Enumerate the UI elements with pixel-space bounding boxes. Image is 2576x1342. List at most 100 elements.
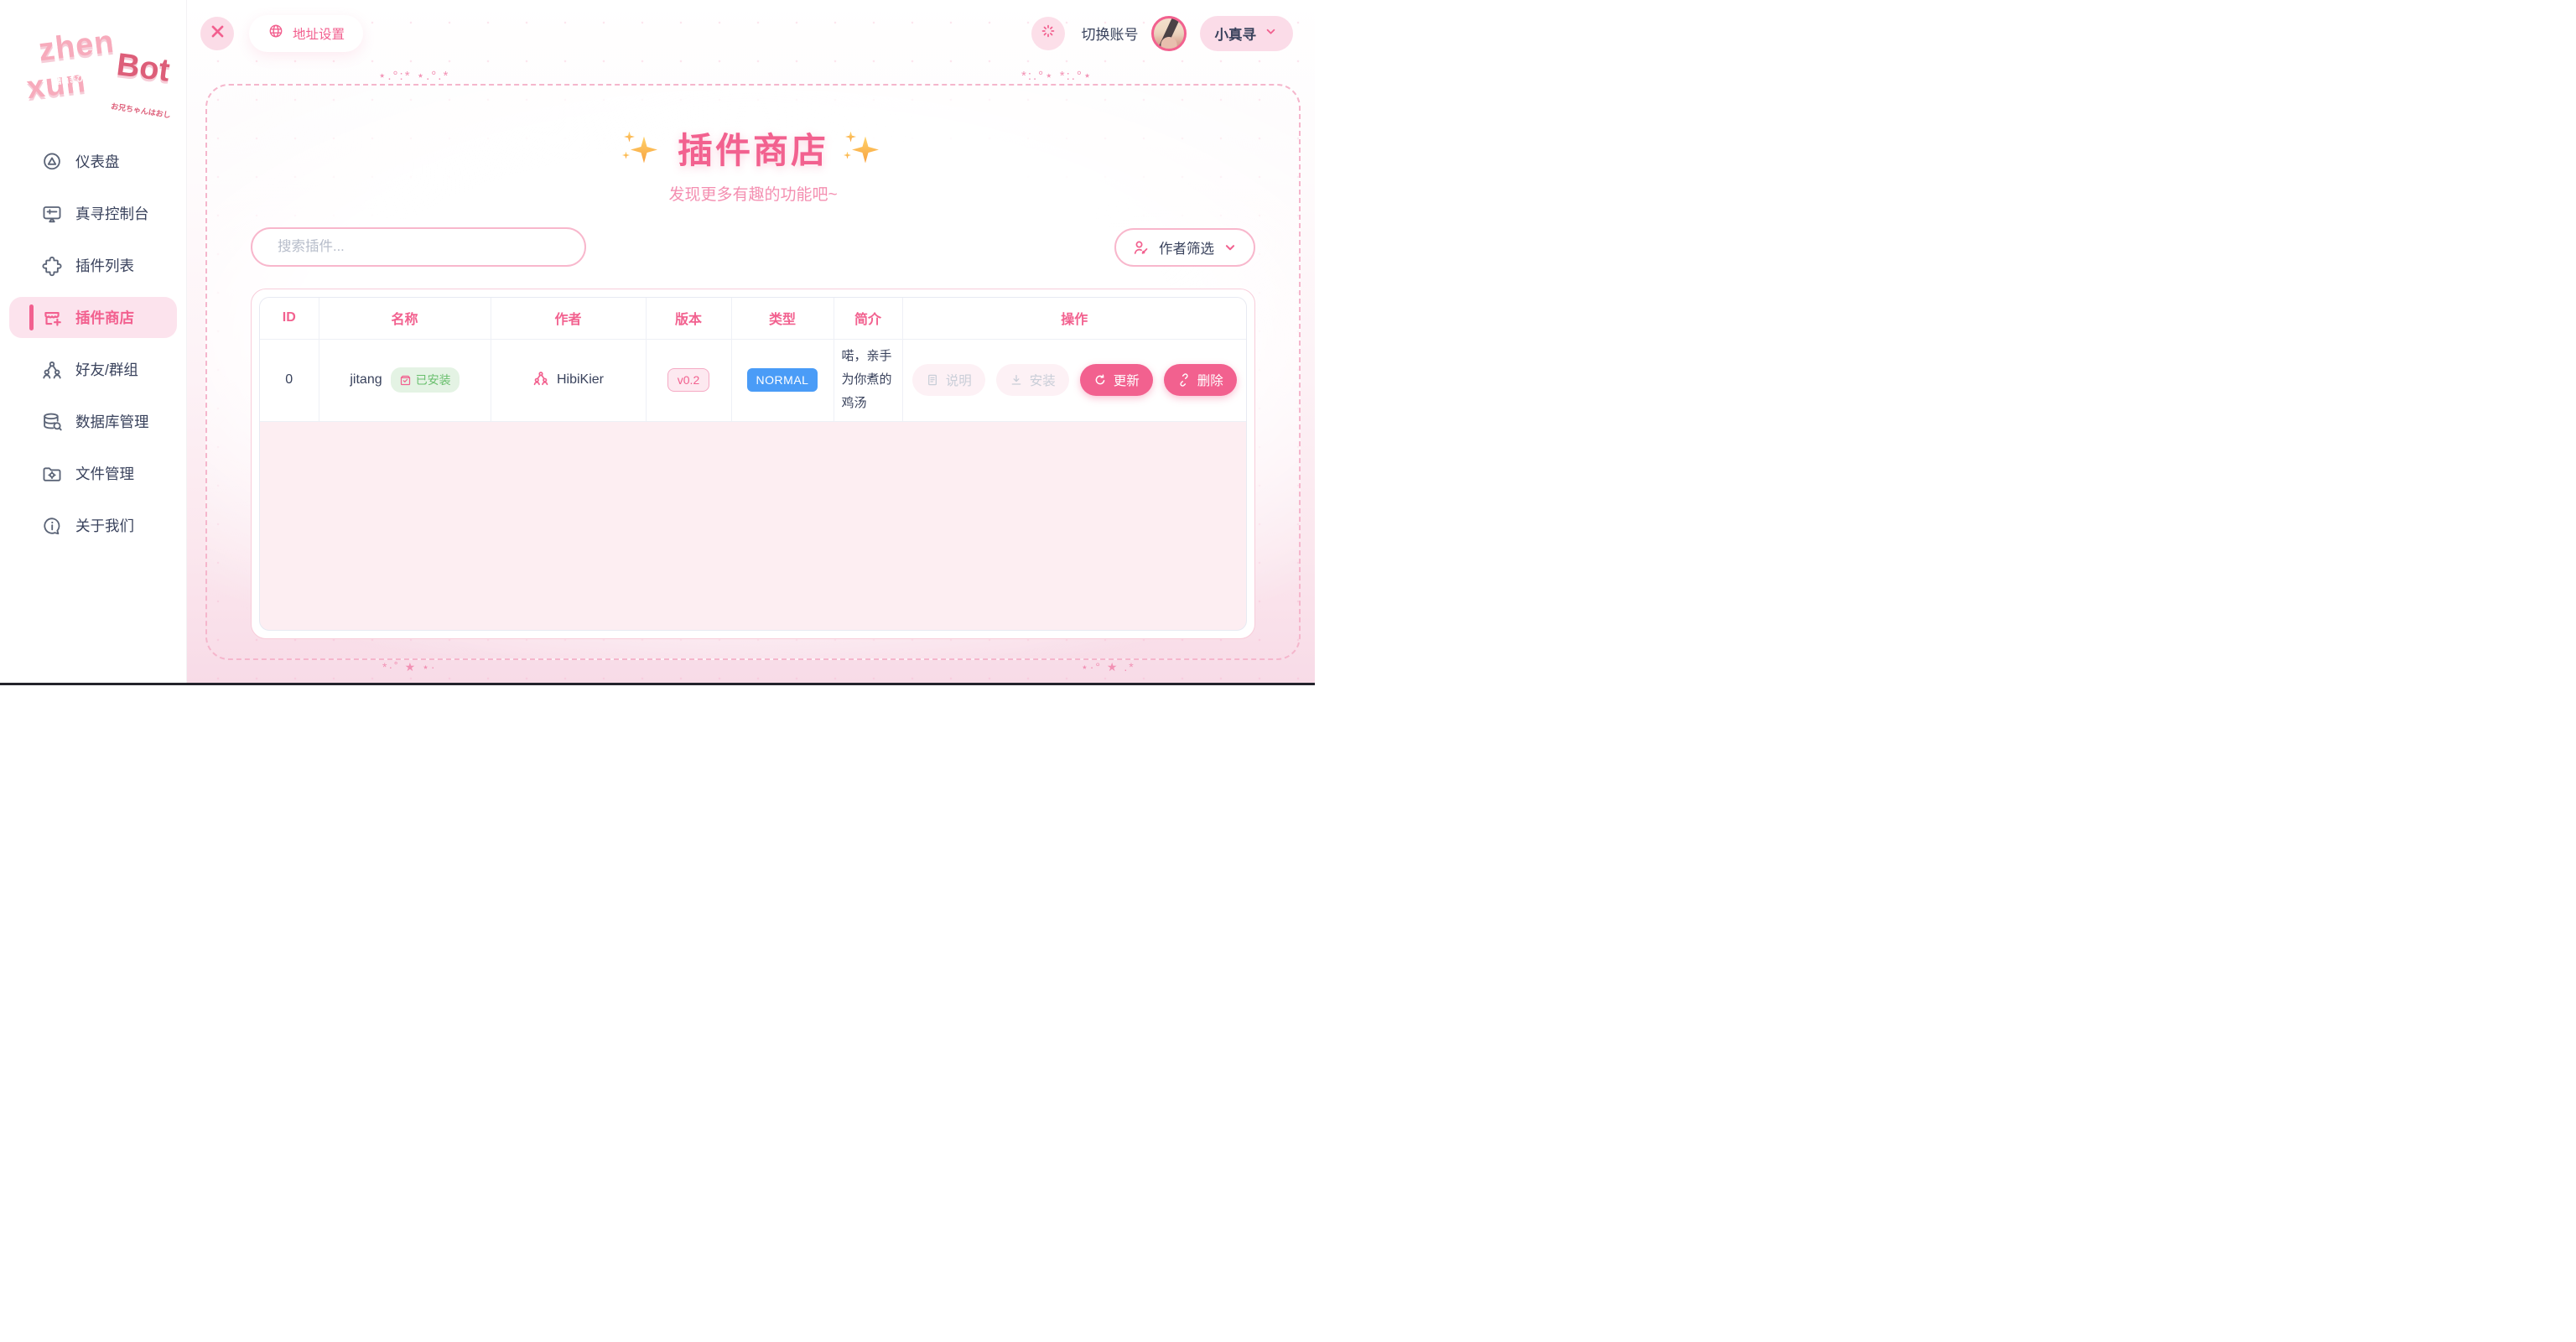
sidebar-item-database[interactable]: 数据库管理 bbox=[9, 401, 177, 442]
sidebar-item-dashboard[interactable]: 仪表盘 bbox=[9, 141, 177, 182]
sparkle-decoration: ⋆.°:* ⋆.°.* bbox=[378, 68, 449, 83]
sparkles-icon bbox=[627, 133, 657, 164]
address-settings-button[interactable]: 地址设置 bbox=[249, 15, 363, 52]
store-card: 插件商店 发现更多有趣的功能吧~ 作者筛选 bbox=[205, 84, 1301, 660]
logo-text-zhen: zhen bbox=[37, 24, 117, 70]
sparkles-icon bbox=[849, 133, 879, 164]
author-filter-label: 作者筛选 bbox=[1159, 237, 1214, 257]
installed-badge: 已安装 bbox=[391, 367, 460, 393]
database-icon bbox=[41, 411, 63, 433]
author-filter-icon bbox=[1132, 238, 1150, 257]
logo-text-bot: Bot bbox=[114, 47, 171, 89]
sidebar-nav: 仪表盘 真寻控制台 插件列表 插件商店 好友/群组 bbox=[0, 141, 186, 546]
main-area: 地址设置 切换账号 小真寻 ⋆.°:* ⋆.°.* *:.°⋆ *:.°⋆ *·… bbox=[187, 0, 1315, 683]
column-header-author: 作者 bbox=[491, 298, 646, 339]
about-icon bbox=[41, 515, 63, 537]
address-settings-label: 地址设置 bbox=[293, 24, 345, 43]
column-header-version: 版本 bbox=[646, 298, 731, 339]
sidebar-item-console[interactable]: 真寻控制台 bbox=[9, 193, 177, 234]
cell-actions: 说明 安装 更新 bbox=[902, 339, 1246, 421]
store-icon bbox=[41, 307, 63, 329]
delete-button-label: 删除 bbox=[1197, 371, 1223, 389]
sidebar: zhen 緒山まひろ xun Bot お兄ちゃんはおし 仪表盘 真寻控制台 插件… bbox=[0, 0, 187, 683]
store-title-row: 插件商店 bbox=[627, 122, 879, 174]
chevron-down-icon bbox=[1264, 24, 1278, 43]
sidebar-item-about[interactable]: 关于我们 bbox=[9, 505, 177, 546]
store-controls: 作者筛选 bbox=[251, 227, 1255, 267]
topbar: 地址设置 切换账号 小真寻 bbox=[187, 0, 1315, 66]
table-row: 0 jitang 已安装 bbox=[260, 339, 1246, 421]
doc-icon bbox=[926, 373, 939, 387]
cell-plugin-name: jitang 已安装 bbox=[319, 339, 491, 421]
sidebar-item-friends-groups[interactable]: 好友/群组 bbox=[9, 349, 177, 390]
logo-jp-bottom: お兄ちゃんはおし bbox=[110, 100, 171, 120]
plugin-table-card: ID 名称 作者 版本 类型 简介 操作 0 bbox=[251, 289, 1255, 639]
sidebar-item-plugin-store[interactable]: 插件商店 bbox=[9, 297, 177, 338]
sparkle-decoration: *:.°⋆ *:.°⋆ bbox=[1021, 68, 1093, 83]
puzzle-icon bbox=[41, 255, 63, 277]
author-filter-button[interactable]: 作者筛选 bbox=[1114, 228, 1255, 267]
page-subtitle: 发现更多有趣的功能吧~ bbox=[668, 182, 837, 205]
delete-button[interactable]: 删除 bbox=[1164, 364, 1237, 396]
type-badge: NORMAL bbox=[747, 368, 818, 392]
update-button-label: 更新 bbox=[1114, 371, 1140, 389]
plugin-table-container: ID 名称 作者 版本 类型 简介 操作 0 bbox=[259, 297, 1247, 631]
column-header-description: 简介 bbox=[834, 298, 902, 339]
package-check-icon bbox=[399, 374, 412, 387]
table-header-row: ID 名称 作者 版本 类型 简介 操作 bbox=[260, 298, 1246, 339]
sparkle-burst-icon bbox=[1040, 23, 1057, 44]
sidebar-item-label: 插件列表 bbox=[75, 255, 134, 276]
refresh-icon bbox=[1093, 373, 1107, 387]
avatar[interactable] bbox=[1151, 16, 1187, 51]
app-logo: zhen 緒山まひろ xun Bot お兄ちゃんはおし bbox=[13, 23, 173, 116]
plugin-author: HibiKier bbox=[557, 372, 604, 388]
author-icon bbox=[532, 370, 549, 391]
gauge-icon bbox=[41, 151, 63, 173]
sidebar-item-label: 插件商店 bbox=[75, 307, 134, 328]
download-icon bbox=[1010, 373, 1023, 387]
cell-plugin-type: NORMAL bbox=[731, 339, 834, 421]
star-decoration: *·˚ ★ ⋆· bbox=[382, 660, 437, 674]
doc-button-label: 说明 bbox=[946, 371, 972, 389]
chevron-down-icon bbox=[1223, 240, 1238, 255]
folder-gear-icon bbox=[41, 463, 63, 485]
update-button[interactable]: 更新 bbox=[1080, 364, 1153, 396]
sidebar-item-label: 关于我们 bbox=[75, 515, 134, 536]
console-icon bbox=[41, 203, 63, 225]
theme-sparkle-button[interactable] bbox=[1031, 17, 1065, 50]
sidebar-item-label: 数据库管理 bbox=[75, 411, 149, 432]
star-decoration: ⋆·° ★ .* bbox=[1081, 660, 1135, 674]
sidebar-item-label: 文件管理 bbox=[75, 463, 134, 484]
active-indicator-bar bbox=[29, 304, 34, 330]
plugin-name: jitang bbox=[350, 372, 382, 388]
version-badge: v0.2 bbox=[667, 368, 709, 392]
page-title: 插件商店 bbox=[678, 122, 828, 174]
installed-badge-label: 已安装 bbox=[416, 372, 451, 388]
sidebar-item-label: 好友/群组 bbox=[75, 359, 138, 380]
plugin-table: ID 名称 作者 版本 类型 简介 操作 0 bbox=[260, 298, 1246, 422]
doc-button[interactable]: 说明 bbox=[912, 364, 985, 396]
plugin-store-page: ⋆.°:* ⋆.°.* *:.°⋆ *:.°⋆ *·˚ ★ ⋆· ⋆·° ★ .… bbox=[187, 66, 1315, 683]
sidebar-item-file-manager[interactable]: 文件管理 bbox=[9, 453, 177, 494]
close-button[interactable] bbox=[200, 17, 234, 50]
cell-plugin-description: 喏，亲手为你煮的鸡汤 bbox=[834, 339, 902, 421]
sidebar-item-plugin-list[interactable]: 插件列表 bbox=[9, 245, 177, 286]
search-input[interactable] bbox=[251, 227, 586, 267]
column-header-type: 类型 bbox=[731, 298, 834, 339]
account-name: 小真寻 bbox=[1215, 23, 1257, 44]
cell-plugin-version: v0.2 bbox=[646, 339, 731, 421]
column-header-actions: 操作 bbox=[902, 298, 1246, 339]
account-dropdown[interactable]: 小真寻 bbox=[1200, 16, 1294, 51]
unlink-icon bbox=[1177, 373, 1191, 387]
sidebar-item-label: 仪表盘 bbox=[75, 151, 120, 172]
sidebar-item-label: 真寻控制台 bbox=[75, 203, 149, 224]
install-button[interactable]: 安装 bbox=[996, 364, 1069, 396]
cell-plugin-id: 0 bbox=[260, 339, 319, 421]
switch-account-label[interactable]: 切换账号 bbox=[1082, 23, 1139, 44]
globe-icon bbox=[267, 23, 284, 44]
column-header-id: ID bbox=[260, 298, 319, 339]
column-header-name: 名称 bbox=[319, 298, 491, 339]
cell-plugin-author: HibiKier bbox=[491, 339, 646, 421]
close-icon bbox=[210, 23, 226, 44]
friends-icon bbox=[41, 359, 63, 381]
